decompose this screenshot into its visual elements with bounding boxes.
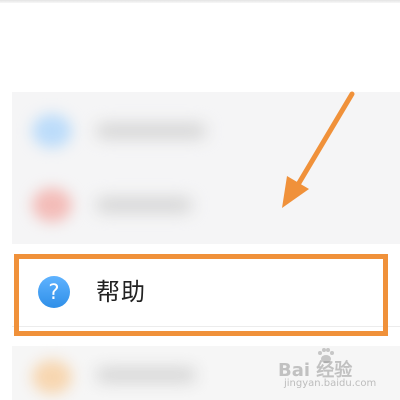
- arrow-head: [282, 176, 309, 208]
- phone-screen: ? 帮助 Bai 经验 jingyan.baidu.com: [0, 0, 400, 400]
- arrow-shaft: [293, 91, 355, 191]
- watermark: Bai 经验 jingyan.baidu.com: [278, 346, 394, 394]
- watermark-url: jingyan.baidu.com: [284, 378, 377, 389]
- pointer-arrow-icon: [282, 91, 355, 208]
